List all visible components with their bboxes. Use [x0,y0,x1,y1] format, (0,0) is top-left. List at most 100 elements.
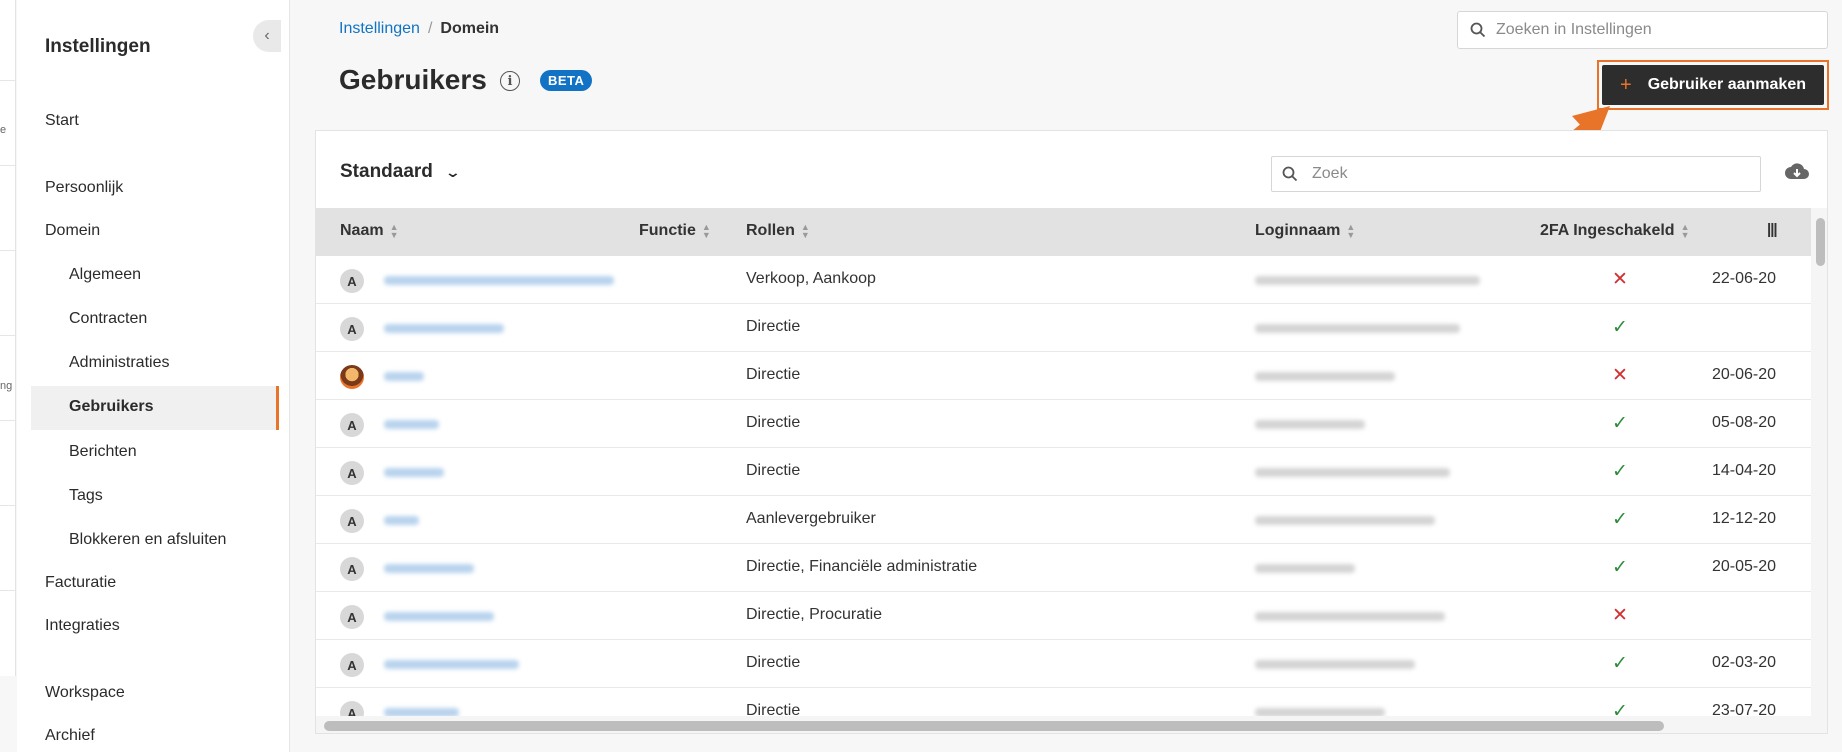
sidebar-item-tags[interactable]: Tags [69,487,103,505]
roles-cell: Directie [746,318,801,335]
users-table-card: Standaard ⌄ Naam▲▼ Functie▲▼ Rollen▲▼ Lo… [315,130,1828,734]
redacted-login-name [1255,564,1355,573]
table-row[interactable]: A Directie ✓ 02-03-20 [316,640,1811,688]
sidebar-item-algemeen[interactable]: Algemeen [69,266,141,284]
strip-fragment: e [0,124,7,136]
sidebar-item-gebruikers[interactable]: Gebruikers [69,398,153,416]
date-cell: 20-06-20 [1712,366,1777,383]
breadcrumb-link-instellingen[interactable]: Instellingen [339,20,420,37]
check-icon: ✓ [1612,509,1628,530]
sidebar-item-berichten[interactable]: Berichten [69,443,137,461]
sort-icon: ▲ ▼ [1680,221,1690,240]
collapse-sidebar-button[interactable]: ‹ [253,20,281,52]
table-row[interactable]: A Aanlevergebruiker ✓ 12-12-20 [316,496,1811,544]
table-row[interactable]: Directie ✕ 20-06-20 [316,352,1811,400]
redacted-login-name [1255,612,1445,621]
redacted-user-name[interactable] [384,468,444,477]
table-row[interactable]: A Directie ✓ 05-08-20 [316,400,1811,448]
plus-icon: + [1620,73,1632,96]
roles-cell: Directie [746,414,801,431]
vertical-scroll-thumb[interactable] [1816,218,1825,266]
redacted-user-name[interactable] [384,420,439,429]
roles-cell: Directie [746,366,801,383]
horizontal-scroll-thumb[interactable] [324,721,1664,731]
cross-icon: ✕ [1612,605,1628,626]
cloud-download-icon[interactable] [1784,159,1810,185]
vertical-scrollbar[interactable] [1811,208,1827,733]
breadcrumb: Instellingen / Domein [339,20,499,38]
redacted-login-name [1255,276,1480,285]
redacted-login-name [1255,516,1435,525]
table-search-input[interactable] [1312,165,1752,183]
column-header-naam[interactable]: Naam ▲ ▼ [340,222,399,240]
redacted-user-name[interactable] [384,324,504,333]
sidebar-item-integraties[interactable]: Integraties [45,617,120,635]
column-header-functie[interactable]: Functie ▲ ▼ [639,222,711,240]
cross-icon: ✕ [1612,269,1628,290]
avatar: A [340,509,364,533]
info-icon[interactable]: i [500,71,520,91]
sidebar-item-administraties[interactable]: Administraties [69,354,169,372]
redacted-user-name[interactable] [384,660,519,669]
table-header: Naam ▲ ▼ Functie ▲ ▼ Rollen ▲ ▼ Loginnaam ▲ ▼ 2F… [316,208,1811,256]
redacted-user-name[interactable] [384,516,419,525]
check-icon: ✓ [1612,413,1628,434]
redacted-login-name [1255,468,1450,477]
redacted-login-name [1255,660,1415,669]
table-row[interactable]: A Directie, Financiële administratie ✓ 20-0… [316,544,1811,592]
column-settings-icon[interactable]: ||| [1767,221,1778,238]
breadcrumb-separator: / [427,20,433,37]
redacted-login-name [1255,420,1365,429]
check-icon: ✓ [1612,557,1628,578]
column-header-2fa[interactable]: 2FA Ingeschakeld ▲ ▼ [1540,222,1690,240]
redacted-user-name[interactable] [384,612,494,621]
settings-search-input[interactable] [1496,21,1816,39]
avatar: A [340,557,364,581]
table-row[interactable]: A Verkoop, Aankoop ✕ 22-06-20 [316,256,1811,304]
avatar [340,365,364,389]
redacted-login-name [1255,372,1395,381]
sidebar-title: Instellingen [45,36,151,57]
horizontal-scrollbar[interactable] [316,716,1811,733]
sidebar-item-domein[interactable]: Domein [45,222,100,240]
strip-divider [0,335,15,336]
strip-fragment: ng [0,380,13,392]
date-cell: 12-12-20 [1712,510,1777,527]
table-row[interactable]: A Directie ✓ 14-04-20 [316,448,1811,496]
sidebar-item-workspace[interactable]: Workspace [45,684,125,702]
check-icon: ✓ [1612,653,1628,674]
settings-search-box [1457,11,1828,49]
beta-badge: BETA [540,70,593,91]
sidebar-item-blokkeren[interactable]: Blokkeren en afsluiten [69,531,226,549]
table-row[interactable]: A Directie, Procuratie ✕ [316,592,1811,640]
column-header-rollen[interactable]: Rollen ▲ ▼ [746,222,810,240]
redacted-user-name[interactable] [384,564,474,573]
date-cell: 05-08-20 [1712,414,1777,431]
add-user-button-inner: + Gebruiker aanmaken [1602,65,1824,105]
sidebar-item-contracten[interactable]: Contracten [69,310,147,328]
avatar: A [340,461,364,485]
sidebar-item-facturatie[interactable]: Facturatie [45,574,116,592]
avatar: A [340,653,364,677]
sort-icon: ▲ ▼ [701,221,711,240]
redacted-user-name[interactable] [384,276,614,285]
sort-icon: ▲ ▼ [389,221,399,240]
add-user-button[interactable]: + Gebruiker aanmaken [1597,60,1829,110]
check-icon: ✓ [1612,317,1628,338]
roles-cell: Directie, Financiële administratie [746,558,978,575]
column-header-loginnaam[interactable]: Loginnaam ▲ ▼ [1255,222,1355,240]
date-cell: 02-03-20 [1712,654,1777,671]
check-icon: ✓ [1612,461,1628,482]
table-body: A Verkoop, Aankoop ✕ 22-06-20 A Directie ✓ Dire… [316,256,1811,733]
sidebar-item-start[interactable]: Start [45,112,79,130]
table-row[interactable]: A Directie ✓ [316,304,1811,352]
sidebar-item-archief[interactable]: Archief [45,727,95,745]
cross-icon: ✕ [1612,365,1628,386]
chevron-down-icon: ⌄ [444,163,462,180]
sidebar-item-persoonlijk[interactable]: Persoonlijk [45,179,123,197]
breadcrumb-current: Domein [440,20,500,37]
redacted-user-name[interactable] [384,372,424,381]
view-selector[interactable]: Standaard ⌄ [340,161,462,183]
strip-divider [0,420,15,421]
roles-cell: Directie [746,654,801,671]
